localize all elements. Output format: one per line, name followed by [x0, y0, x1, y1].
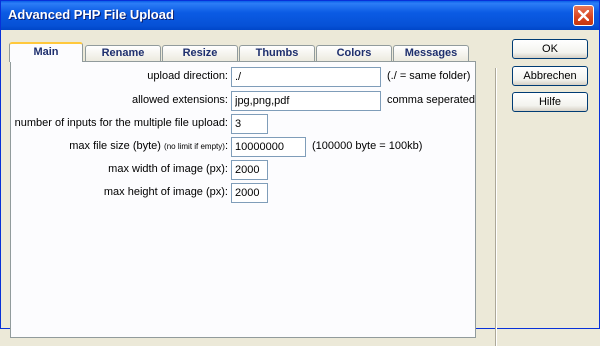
max-file-size-label: max file size (byte) (no limit if empty)…	[69, 140, 228, 152]
close-button[interactable]	[573, 5, 594, 26]
number-of-inputs-label: number of inputs for the multiple file u…	[14, 117, 228, 129]
upload-direction-input[interactable]	[231, 67, 381, 87]
max-file-size-label-colon: :	[224, 140, 228, 152]
max-height-input[interactable]	[231, 183, 268, 203]
upload-direction-row: upload direction: (./ = same folder)	[11, 67, 477, 87]
allowed-extensions-input[interactable]	[231, 91, 381, 111]
cancel-button[interactable]: Abbrechen	[512, 66, 588, 86]
max-height-row: max height of image (px):	[11, 183, 477, 203]
max-file-size-input[interactable]	[231, 137, 306, 157]
max-width-row: max width of image (px):	[11, 160, 477, 180]
tab-resize[interactable]: Resize	[162, 45, 238, 61]
tab-colors[interactable]: Colors	[316, 45, 392, 61]
window-title: Advanced PHP File Upload	[8, 7, 174, 22]
max-height-label: max height of image (px):	[103, 186, 228, 198]
max-file-size-hint: (100000 byte = 100kb)	[312, 140, 423, 152]
tab-main[interactable]: Main	[9, 42, 83, 62]
tab-messages[interactable]: Messages	[393, 45, 469, 61]
allowed-extensions-label: allowed extensions:	[131, 94, 228, 106]
max-file-size-row: max file size (byte) (no limit if empty)…	[11, 137, 477, 157]
allowed-extensions-hint: comma seperated	[387, 94, 476, 106]
tab-thumbs[interactable]: Thumbs	[239, 45, 315, 61]
max-width-label: max width of image (px):	[108, 163, 228, 175]
main-tab-panel: upload direction: (./ = same folder) all…	[10, 61, 476, 338]
close-icon	[578, 10, 589, 21]
vertical-divider	[495, 68, 497, 346]
max-file-size-label-text: max file size (byte)	[69, 140, 161, 152]
dialog-window: Advanced PHP File Upload Main Rename Res…	[0, 0, 600, 346]
number-of-inputs-row: number of inputs for the multiple file u…	[11, 114, 477, 134]
allowed-extensions-row: allowed extensions: comma seperated	[11, 91, 477, 111]
max-file-size-label-note: (no limit if empty)	[164, 142, 225, 151]
max-width-input[interactable]	[231, 160, 268, 180]
upload-direction-hint: (./ = same folder)	[387, 70, 471, 82]
upload-direction-label: upload direction:	[147, 70, 228, 82]
ok-button[interactable]: OK	[512, 39, 588, 59]
number-of-inputs-input[interactable]	[231, 114, 268, 134]
title-bar[interactable]: Advanced PHP File Upload	[1, 1, 599, 30]
help-button[interactable]: Hilfe	[512, 92, 588, 112]
dialog-client: Main Rename Resize Thumbs Colors Message…	[4, 30, 596, 346]
tab-rename[interactable]: Rename	[85, 45, 161, 61]
